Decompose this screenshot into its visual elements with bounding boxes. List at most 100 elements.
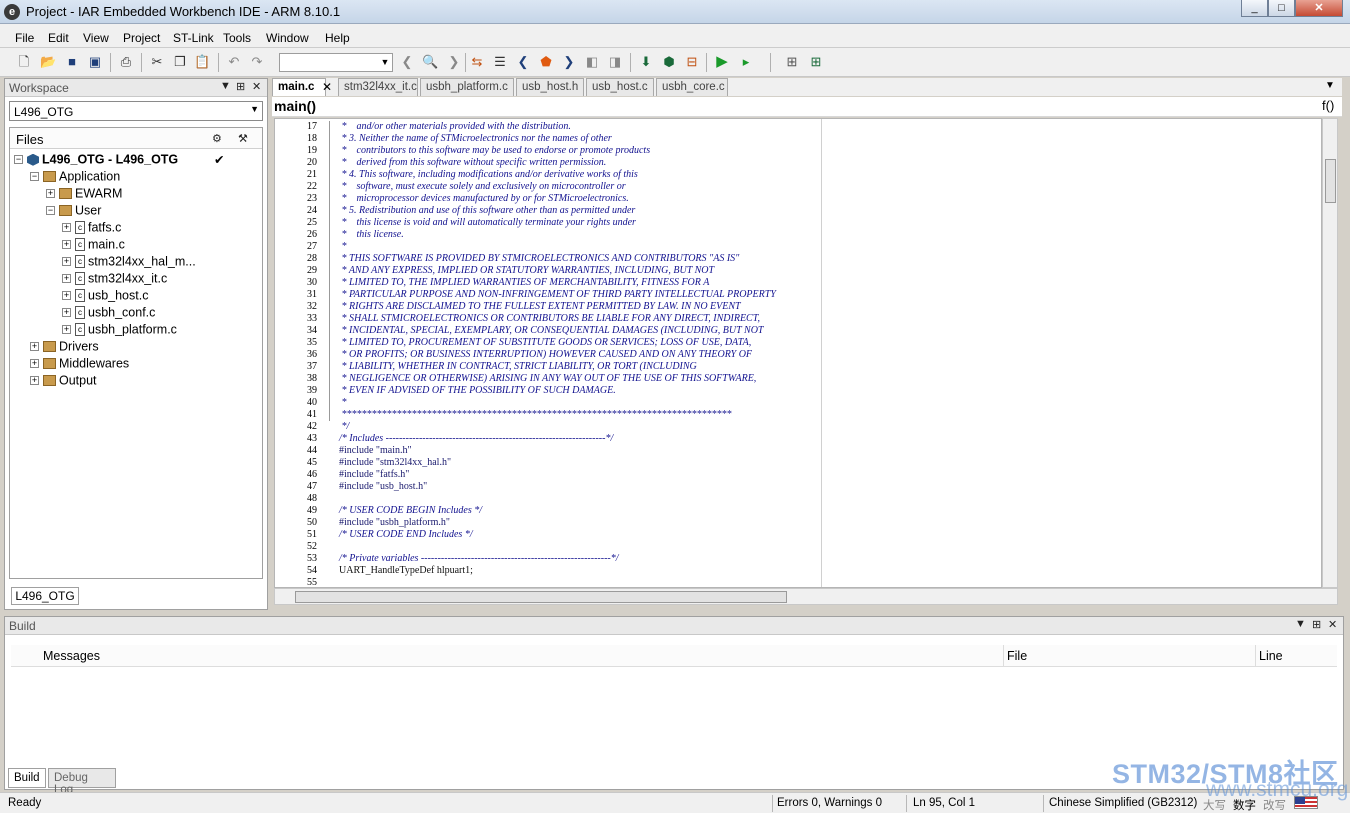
tabs-dropdown-icon[interactable]: ▼ (1325, 80, 1335, 91)
make-icon[interactable]: ⬢ (661, 54, 677, 70)
tree-item-usbh-platform-c[interactable]: + c usbh_platform.c (62, 322, 177, 339)
expand-icon[interactable]: + (46, 189, 55, 199)
code-line[interactable]: * SHALL STMICROELECTRONICS OR CONTRIBUTO… (339, 313, 761, 325)
code-line[interactable]: * software, must execute solely and excl… (339, 181, 626, 193)
code-line[interactable]: #include "stm32l4xx_hal.h" (339, 457, 451, 469)
code-line[interactable]: * OR PROFITS; OR BUSINESS INTERRUPTION) … (339, 349, 753, 361)
expand-icon[interactable]: + (62, 308, 71, 318)
code-line[interactable]: * and/or other materials provided with t… (339, 121, 571, 133)
settings-icon[interactable]: ⚙ (212, 132, 222, 145)
code-line[interactable]: * INCIDENTAL, SPECIAL, EXEMPLARY, OR CON… (339, 325, 764, 337)
find-icon[interactable]: 🔍 (422, 54, 438, 70)
chevron-down-icon[interactable]: ▼ (378, 54, 392, 71)
menu-tools[interactable]: Tools (223, 31, 251, 45)
code-line[interactable]: * LIMITED TO, THE IMPLIED WARRANTIES OF … (339, 277, 710, 289)
paste-icon[interactable]: 📋 (194, 54, 210, 70)
tab-usbh-platform-c[interactable]: usbh_platform.c (420, 78, 514, 96)
tree-item-l496-otg-l496-otg[interactable]: − L496_OTG - L496_OTG (14, 152, 178, 169)
menu-file[interactable]: File (15, 31, 34, 45)
close-icon[interactable]: ✕ (1328, 618, 1337, 631)
column-file[interactable]: File (1007, 649, 1027, 663)
next-file-icon[interactable]: ◨ (607, 54, 623, 70)
search-combo[interactable]: ▼ (279, 53, 393, 72)
tree-item-middlewares[interactable]: + Middlewares (30, 356, 129, 373)
tree-item-output[interactable]: + Output (30, 373, 97, 390)
code-line[interactable]: * (339, 397, 347, 409)
code-line[interactable]: * this license. (339, 229, 404, 241)
code-line[interactable]: * LIABILITY, WHETHER IN CONTRACT, STRICT… (339, 361, 697, 373)
options-icon[interactable]: ⚒ (238, 132, 248, 145)
pin-icon[interactable]: ⊞ (236, 80, 245, 93)
code-line[interactable]: /* Private variables -------------------… (339, 553, 619, 565)
expand-icon[interactable]: + (62, 257, 71, 267)
compile-icon[interactable]: ⬇ (638, 54, 654, 70)
code-line[interactable]: /* USER CODE END Includes */ (339, 529, 473, 541)
expand-icon[interactable]: + (30, 376, 39, 386)
close-icon[interactable]: ✕ (252, 80, 261, 93)
dropdown-icon[interactable]: ▼ (1295, 618, 1306, 630)
code-line[interactable]: * NEGLIGENCE OR OTHERWISE) ARISING IN AN… (339, 373, 757, 385)
workspace-config-select[interactable]: L496_OTG ▼ (9, 101, 263, 121)
code-line[interactable]: * derived from this software without spe… (339, 157, 607, 169)
code-line[interactable]: * RIGHTS ARE DISCLAIMED TO THE FULLEST E… (339, 301, 741, 313)
chevron-down-icon[interactable]: ▼ (250, 104, 259, 114)
tab-stm32l4xx-it-c[interactable]: stm32l4xx_it.c (338, 78, 418, 96)
code-line[interactable]: #include "usb_host.h" (339, 481, 427, 493)
bookmark-list-icon[interactable]: ☰ (492, 54, 508, 70)
next-bookmark-icon[interactable]: ❯ (561, 54, 577, 70)
save-icon[interactable]: ■ (64, 54, 80, 70)
tab-usb-host-h[interactable]: usb_host.h (516, 78, 584, 96)
expand-icon[interactable]: + (62, 325, 71, 335)
copy-icon[interactable]: ❐ (172, 54, 188, 70)
code-line[interactable]: * EVEN IF ADVISED OF THE POSSIBILITY OF … (339, 385, 616, 397)
redo-icon[interactable]: ↷ (249, 54, 265, 70)
code-line[interactable]: * PARTICULAR PURPOSE AND NON-INFRINGEMEN… (339, 289, 776, 301)
menu-project[interactable]: Project (123, 31, 160, 45)
expand-icon[interactable]: + (62, 223, 71, 233)
expand-icon[interactable]: + (30, 342, 39, 352)
menu-window[interactable]: Window (266, 31, 309, 45)
tree-item-stm32l4xx-it-c[interactable]: + c stm32l4xx_it.c (62, 271, 167, 288)
tab-debug-log[interactable]: Debug Log (48, 768, 116, 796)
open-icon[interactable]: 📂 (40, 54, 56, 70)
code-line[interactable]: * AND ANY EXPRESS, IMPLIED OR STATUTORY … (339, 265, 715, 277)
collapse-icon[interactable]: − (14, 155, 23, 165)
collapse-icon[interactable]: − (30, 172, 39, 182)
code-line[interactable]: * contributors to this software may be u… (339, 145, 651, 157)
code-line[interactable]: * 4. This software, including modificati… (339, 169, 638, 181)
pin-icon[interactable]: ⊞ (1312, 618, 1321, 631)
expand-icon[interactable]: + (62, 291, 71, 301)
column-line[interactable]: Line (1259, 649, 1283, 663)
editor-vertical-scrollbar[interactable] (1322, 118, 1338, 588)
column-messages[interactable]: Messages (43, 649, 100, 663)
make-all-icon[interactable]: ⊟ (684, 54, 700, 70)
tree-item-drivers[interactable]: + Drivers (30, 339, 99, 356)
tab-usbh-core-c[interactable]: usbh_core.c (656, 78, 728, 96)
code-line[interactable]: * THIS SOFTWARE IS PROVIDED BY STMICROEL… (339, 253, 740, 265)
dropdown-icon[interactable]: ▼ (220, 80, 231, 92)
function-list-icon[interactable]: f() (1322, 98, 1334, 113)
tab-usb-host-c[interactable]: usb_host.c (586, 78, 654, 96)
menu-view[interactable]: View (83, 31, 109, 45)
scroll-thumb[interactable] (1325, 159, 1336, 203)
debug-icon[interactable]: ▶ (714, 54, 730, 70)
tree-item-usb-host-c[interactable]: + c usb_host.c (62, 288, 148, 305)
tree-item-main-c[interactable]: + c main.c (62, 237, 125, 254)
minimize-button[interactable]: _ (1241, 0, 1268, 17)
expand-icon[interactable]: + (30, 359, 39, 369)
code-line[interactable]: * this license is void and will automati… (339, 217, 636, 229)
code-line[interactable]: * 5. Redistribution and use of this soft… (339, 205, 636, 217)
tab-build[interactable]: Build (8, 768, 46, 788)
prev-bookmark-icon[interactable]: ❮ (515, 54, 531, 70)
tree-item-user[interactable]: − User (46, 203, 101, 220)
toggle-bookmark-icon[interactable]: ⇆ (469, 54, 485, 70)
back-icon[interactable]: ❮ (399, 54, 415, 70)
code-editor[interactable]: 17 18 19 20 21 22 23 24 25 26 27 28 29 30 31 32 33 34 35 36… (274, 118, 1322, 588)
tab-main-c[interactable]: main.c (272, 78, 326, 96)
workspace-tab[interactable]: L496_OTG (11, 587, 79, 605)
cut-icon[interactable]: ✂ (149, 54, 165, 70)
forward-icon[interactable]: ❯ (446, 54, 462, 70)
undo-icon[interactable]: ↶ (226, 54, 242, 70)
tree-item-usbh-conf-c[interactable]: + c usbh_conf.c (62, 305, 155, 322)
code-line[interactable]: /* Includes ----------------------------… (339, 433, 613, 445)
